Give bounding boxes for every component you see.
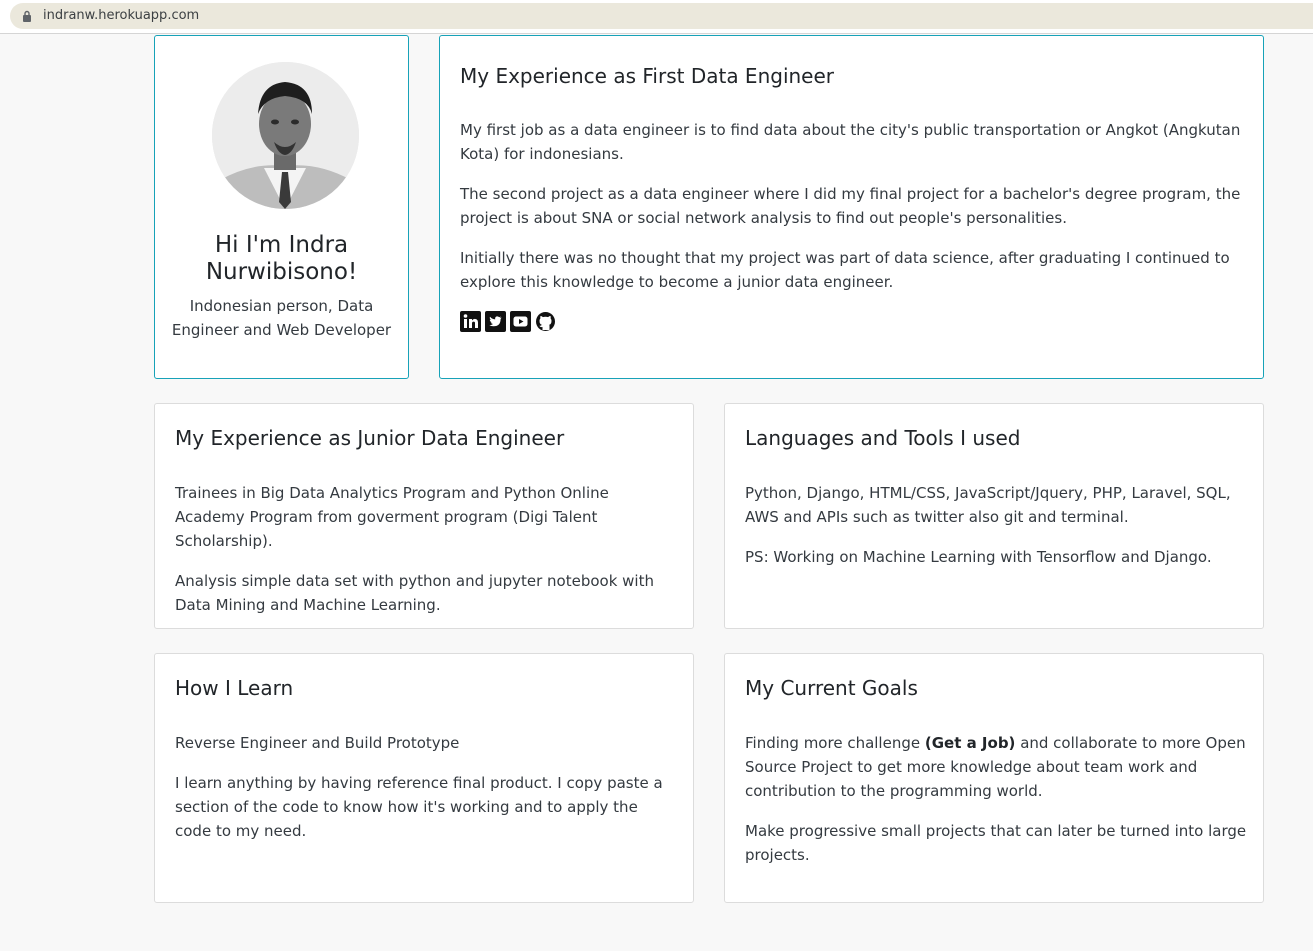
card-body: Finding more challenge (Get a Job) and c…	[745, 731, 1247, 883]
goals-text-start: Finding more challenge	[745, 734, 925, 752]
goals-highlight: (Get a Job)	[924, 734, 1016, 752]
social-links	[460, 311, 556, 332]
paragraph: The second project as a data engineer wh…	[460, 185, 1241, 227]
profile-card: Hi I'm Indra Nurwibisono! Indonesian per…	[154, 35, 409, 379]
paragraph: Python, Django, HTML/CSS, JavaScript/Jqu…	[745, 484, 1231, 526]
card-title: My Experience as First Data Engineer	[460, 64, 835, 88]
paragraph: My first job as a data engineer is to fi…	[460, 121, 1241, 163]
avatar	[212, 62, 359, 209]
card-body: Python, Django, HTML/CSS, JavaScript/Jqu…	[745, 481, 1247, 585]
youtube-icon[interactable]	[510, 311, 531, 332]
lock-icon	[23, 10, 31, 22]
card-title: Languages and Tools I used	[745, 426, 1021, 450]
paragraph: Analysis simple data set with python and…	[175, 572, 654, 614]
browser-address-bar: indranw.herokuapp.com	[0, 0, 1313, 34]
card-body: Trainees in Big Data Analytics Program a…	[175, 481, 677, 633]
paragraph: Finding more challenge (Get a Job) and c…	[745, 731, 1247, 803]
card-title: How I Learn	[175, 676, 294, 700]
current-goals-card: My Current Goals Finding more challenge …	[724, 653, 1264, 903]
languages-tools-card: Languages and Tools I used Python, Djang…	[724, 403, 1264, 629]
twitter-icon[interactable]	[485, 311, 506, 332]
paragraph: Reverse Engineer and Build Prototype	[175, 734, 460, 752]
paragraph: PS: Working on Machine Learning with Ten…	[745, 548, 1212, 566]
card-body: Reverse Engineer and Build Prototype I l…	[175, 731, 677, 859]
paragraph: Make progressive small projects that can…	[745, 822, 1247, 864]
paragraph: Initially there was no thought that my p…	[460, 249, 1230, 291]
paragraph: I learn anything by having reference fin…	[175, 774, 663, 840]
paragraph: Trainees in Big Data Analytics Program a…	[175, 484, 609, 550]
profile-name: Hi I'm Indra Nurwibisono!	[205, 232, 358, 285]
url-field[interactable]: indranw.herokuapp.com	[10, 3, 1313, 29]
card-title: My Experience as Junior Data Engineer	[175, 426, 565, 450]
url-text: indranw.herokuapp.com	[43, 8, 200, 23]
card-title: My Current Goals	[745, 676, 918, 700]
github-icon[interactable]	[535, 311, 556, 332]
profile-tagline: Indonesian person, Data Engineer and Web…	[171, 297, 392, 339]
junior-data-engineer-card: My Experience as Junior Data Engineer Tr…	[154, 403, 694, 629]
linkedin-icon[interactable]	[460, 311, 481, 332]
how-i-learn-card: How I Learn Reverse Engineer and Build P…	[154, 653, 694, 903]
first-data-engineer-card: My Experience as First Data Engineer My …	[439, 35, 1264, 379]
card-body: My first job as a data engineer is to fi…	[460, 118, 1247, 310]
